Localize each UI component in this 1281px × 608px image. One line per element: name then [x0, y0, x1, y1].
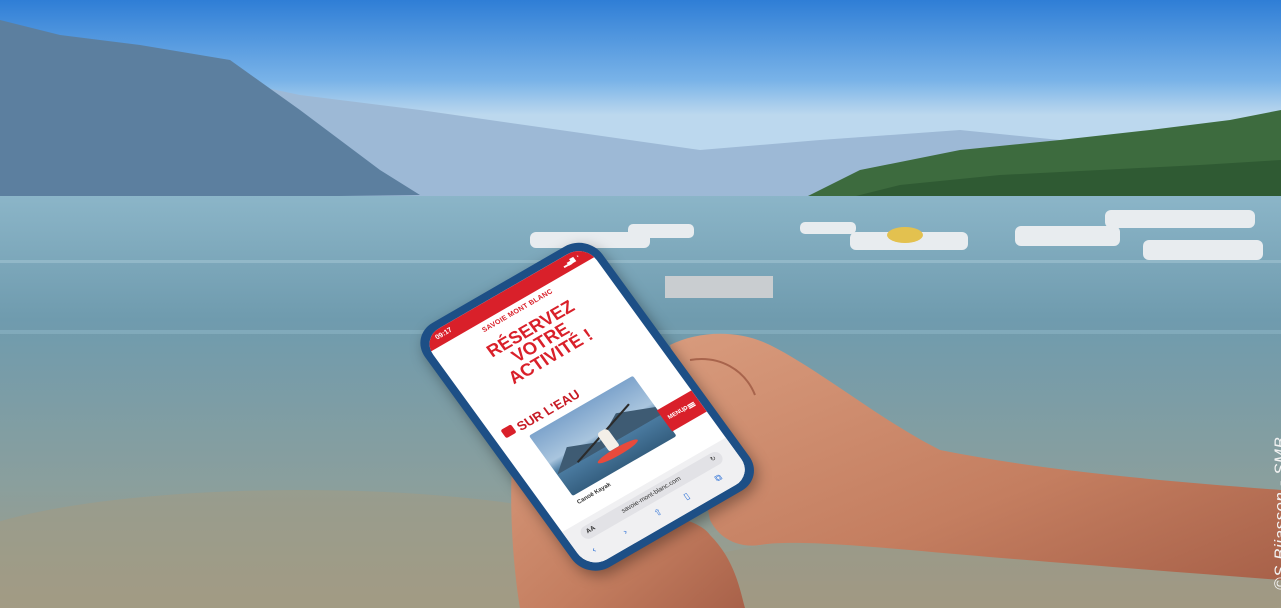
- reload-icon[interactable]: ↻: [707, 452, 720, 466]
- share-icon[interactable]: ⇧: [652, 506, 665, 519]
- photo-credit: ©S Bijasson - SMB: [1271, 436, 1281, 590]
- forward-icon[interactable]: ›: [621, 527, 630, 537]
- back-icon[interactable]: ‹: [590, 545, 599, 555]
- water-icon: [500, 424, 517, 439]
- bookmarks-icon[interactable]: ▯: [681, 491, 692, 502]
- photo-scene: 09:17 ▂▄▆ ◔ SAVOIE MONT BLANC RÉSERVEZ V…: [0, 0, 1281, 608]
- tabs-icon[interactable]: ⧉: [713, 472, 725, 484]
- reader-mode-button[interactable]: AA: [583, 522, 599, 538]
